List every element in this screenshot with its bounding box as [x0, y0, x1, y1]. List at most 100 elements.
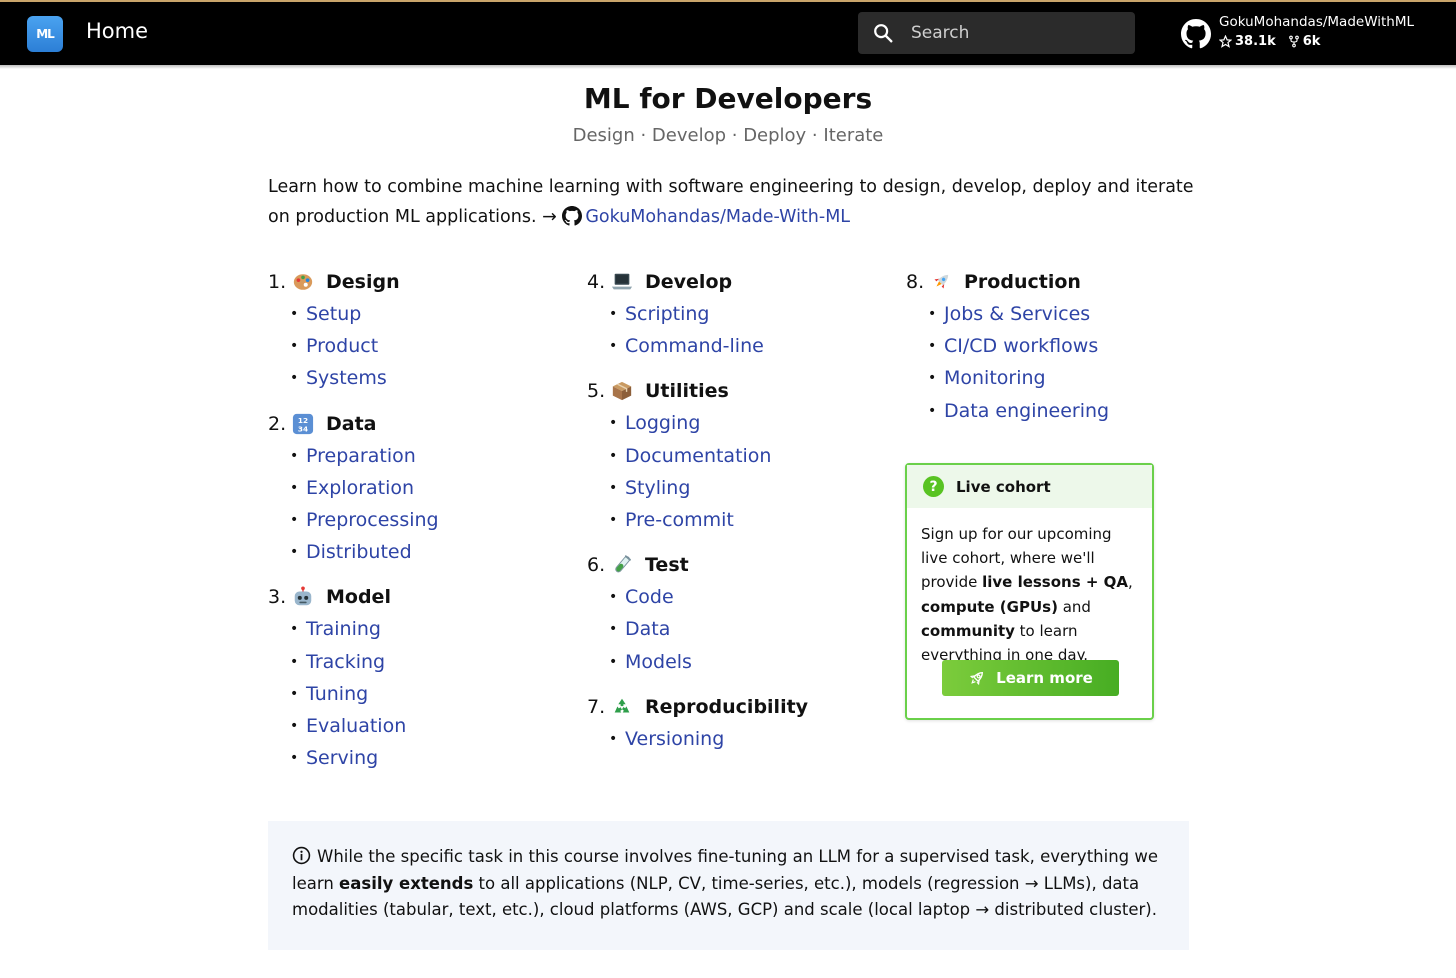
toc-link[interactable]: Versioning [625, 728, 724, 750]
toc-link[interactable]: Tuning [306, 683, 368, 705]
section-title[interactable]: Data [326, 413, 377, 435]
list-item: • Tuning [268, 678, 439, 710]
repo-stats: 38.1k 6k [1219, 34, 1332, 49]
section-data: 2. 12 34 Data • Preparation • Exploration •… [268, 408, 439, 569]
section-links: • Versioning [587, 723, 808, 755]
search-input[interactable]: Search [858, 12, 1135, 54]
bullet: • [928, 306, 937, 323]
toc-link[interactable]: Documentation [625, 445, 771, 467]
toc-link[interactable]: Systems [306, 367, 387, 389]
toc-link[interactable]: Code [625, 586, 674, 608]
list-item: • Evaluation [268, 710, 439, 742]
top-header: ML Home Search GokuMohandas/MadeWithML 3… [0, 2, 1456, 65]
list-item: • Pre-commit [587, 504, 808, 536]
section-title[interactable]: Reproducibility [645, 696, 808, 718]
bullet: • [290, 370, 299, 387]
logo[interactable]: ML [27, 16, 63, 52]
section-number: 7. [587, 695, 606, 718]
stars-stat: 38.1k [1219, 34, 1276, 49]
toc-link[interactable]: Evaluation [306, 715, 406, 737]
list-item: • Command-line [587, 330, 808, 362]
toc-link[interactable]: Styling [625, 477, 690, 499]
toc-link[interactable]: Tracking [306, 651, 385, 673]
cohort-header: ? Live cohort [907, 465, 1152, 508]
section-heading: 8. Production [906, 266, 1109, 298]
forks-stat: 6k [1288, 34, 1321, 49]
section-links: • Training • Tracking • Tuning • Evaluation … [268, 613, 439, 774]
list-item: • Models [587, 646, 808, 678]
note-bold: easily extends [339, 873, 474, 893]
section-title[interactable]: Design [326, 271, 400, 293]
toc-link[interactable]: Preparation [306, 445, 416, 467]
list-item: • CI/CD workflows [906, 330, 1109, 362]
section-title[interactable]: Model [326, 586, 391, 608]
toc-link[interactable]: Data [625, 618, 670, 640]
toc-link[interactable]: Models [625, 651, 692, 673]
section-reproducibility: 7. Reproducibility • Versioning [587, 691, 808, 755]
bullet: • [609, 479, 618, 496]
section-heading: 7. Reproducibility [587, 691, 808, 723]
package-icon [611, 380, 633, 402]
repo-intro-link[interactable]: GokuMohandas/Made-With-ML [585, 207, 850, 227]
toc-link[interactable]: Pre-commit [625, 509, 734, 531]
forks-count: 6k [1302, 34, 1321, 49]
bullet: • [609, 306, 618, 323]
toc-link[interactable]: Data engineering [944, 400, 1109, 422]
section-title[interactable]: Production [964, 271, 1081, 293]
toc-link[interactable]: Scripting [625, 303, 710, 325]
section-number: 8. [906, 271, 925, 293]
section-title[interactable]: Test [645, 554, 689, 576]
list-item: • Scripting [587, 298, 808, 330]
bullet: • [290, 512, 299, 529]
section-links: • Jobs & Services • CI/CD workflows • Monit… [906, 298, 1109, 427]
section-production: 8. Production • Jobs & Services • CI/CD wo… [906, 266, 1109, 427]
header-shadow [0, 65, 1456, 69]
toc-link[interactable]: Setup [306, 303, 361, 325]
section-heading: 1. Design [268, 266, 439, 298]
toc-link[interactable]: Exploration [306, 477, 414, 499]
toc-column-2: 4. Develop • Scripting • Command-line 5. U… [587, 266, 808, 768]
toc-link[interactable]: Command-line [625, 335, 764, 357]
section-links: • Code • Data • Models [587, 581, 808, 678]
cohort-bold: community [921, 621, 1015, 640]
section-title[interactable]: Utilities [645, 380, 729, 402]
toc-link[interactable]: Product [306, 335, 378, 357]
test-tube-icon [611, 554, 633, 576]
section-heading: 3. Model [268, 581, 439, 613]
bullet: • [609, 415, 618, 432]
cohort-text: , [1128, 573, 1133, 592]
section-title[interactable]: Develop [645, 271, 732, 293]
bullet: • [928, 338, 937, 355]
toc-link[interactable]: Monitoring [944, 367, 1046, 389]
toc-link[interactable]: Logging [625, 412, 700, 434]
info-note: While the specific task in this course i… [268, 821, 1189, 950]
toc-link[interactable]: Distributed [306, 541, 412, 563]
cohort-bold: compute (GPUs) [921, 597, 1058, 616]
section-heading: 5. Utilities [587, 375, 808, 407]
fork-icon [1288, 35, 1299, 48]
bullet: • [290, 717, 299, 734]
note-text: While the specific task in this course i… [292, 844, 1172, 924]
list-item: • Preparation [268, 440, 439, 472]
page-title: ML for Developers [583, 82, 873, 115]
toc-column-3: 8. Production • Jobs & Services • CI/CD wo… [906, 266, 1109, 440]
list-item: • Systems [268, 362, 439, 394]
stars-count: 38.1k [1235, 34, 1276, 49]
toc-link[interactable]: CI/CD workflows [944, 335, 1098, 357]
info-icon [292, 846, 311, 865]
learn-more-button[interactable]: Learn more [942, 660, 1119, 696]
toc-link[interactable]: Preprocessing [306, 509, 439, 531]
toc-link[interactable]: Serving [306, 747, 378, 769]
bullet: • [290, 685, 299, 702]
bullet: • [928, 370, 937, 387]
toc-link[interactable]: Training [306, 618, 381, 640]
bullet: • [290, 306, 299, 323]
list-item: • Training [268, 613, 439, 645]
list-item: • Logging [587, 407, 808, 439]
toc-link[interactable]: Jobs & Services [944, 303, 1090, 325]
section-links: • Logging • Documentation • Styling • Pre-co… [587, 407, 808, 536]
numbers-icon: 12 34 [292, 413, 314, 435]
home-title[interactable]: Home [86, 19, 148, 43]
repo-link[interactable]: GokuMohandas/MadeWithML 38.1k 6k [1181, 13, 1441, 55]
list-item: • Distributed [268, 536, 439, 568]
